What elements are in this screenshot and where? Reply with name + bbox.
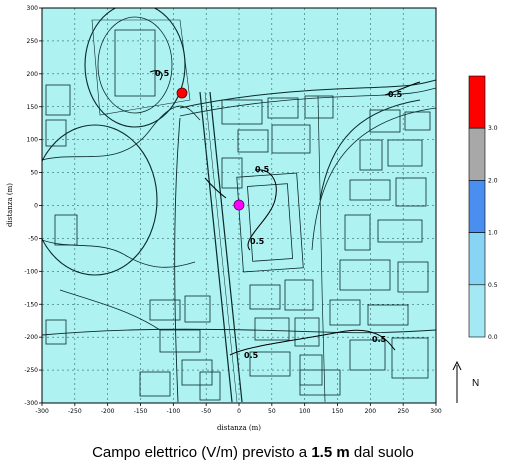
y-tick-label: 200: [27, 71, 39, 78]
y-tick-label: -100: [24, 268, 38, 275]
contour-label-2: 0.5: [388, 90, 403, 99]
x-axis-ticks: -300 -250 -200 -150 -100 -50 0 50 100 150 200 250 30…: [35, 403, 442, 415]
electric-field-map: -300 -250 -200 -150 -100 -50 0 50 100 150 200 250 30…: [6, 5, 498, 432]
caption-suffix: dal suolo: [349, 444, 414, 461]
contour-label-5: 0.5: [372, 335, 387, 344]
y-tick-label: -300: [24, 400, 38, 407]
legend-swatch: [468, 284, 486, 338]
legend-label: 3.0: [488, 125, 498, 132]
caption-prefix: Campo elettrico (V/m) previsto a: [92, 444, 312, 461]
y-tick-label: -200: [24, 334, 38, 341]
x-tick-label: 150: [332, 408, 344, 415]
x-tick-label: -300: [35, 408, 49, 415]
magenta-marker: [233, 199, 245, 211]
contour-label-1: 0.5: [155, 69, 170, 78]
x-tick-label: -200: [101, 408, 115, 415]
north-arrow: N: [452, 360, 479, 403]
north-label: N: [472, 378, 479, 389]
legend-label: 1.0: [488, 230, 498, 237]
x-tick-label: -50: [201, 408, 211, 415]
x-tick-label: -250: [68, 408, 82, 415]
y-tick-label: 100: [27, 137, 39, 144]
x-tick-label: 200: [365, 408, 377, 415]
legend: 3.0 2.0 1.0 0.5 0.0: [468, 75, 498, 341]
legend-swatch: [468, 127, 486, 181]
legend-swatch: [468, 180, 486, 233]
x-tick-label: -100: [167, 408, 181, 415]
x-tick-label: 300: [430, 408, 442, 415]
x-tick-label: 100: [299, 408, 311, 415]
y-tick-label: -150: [24, 301, 38, 308]
y-tick-label: 50: [30, 170, 38, 177]
legend-swatch: [468, 232, 486, 286]
x-tick-label: -150: [134, 408, 148, 415]
red-marker: [176, 87, 188, 99]
y-axis-ticks: 300 250 200 150 100 50 0 -50 -100 -150 -200 -250 -30…: [24, 5, 42, 407]
y-tick-label: 150: [27, 104, 39, 111]
y-axis-title: distanza (m): [6, 183, 14, 227]
x-tick-label: 250: [397, 408, 409, 415]
y-tick-label: 300: [27, 5, 39, 12]
legend-label: 0.5: [488, 282, 498, 289]
legend-swatch: [468, 75, 486, 129]
y-tick-label: 0: [34, 203, 38, 210]
x-axis-title: distanza (m): [217, 424, 261, 432]
caption-bold: 1.5 m: [311, 444, 350, 461]
x-tick-label: 50: [268, 408, 276, 415]
map-caption: Campo elettrico (V/m) previsto a 1.5 m d…: [0, 444, 506, 461]
y-tick-label: 250: [27, 38, 39, 45]
contour-label-3: 0.5: [255, 165, 270, 174]
x-tick-label: 0: [237, 408, 241, 415]
contour-label-6: 0.5: [244, 351, 259, 360]
y-tick-label: -250: [24, 367, 38, 374]
y-tick-label: -50: [28, 235, 38, 242]
contour-label-4: 0.5: [250, 237, 265, 246]
legend-label: 2.0: [488, 177, 498, 184]
legend-label: 0.0: [488, 334, 498, 341]
